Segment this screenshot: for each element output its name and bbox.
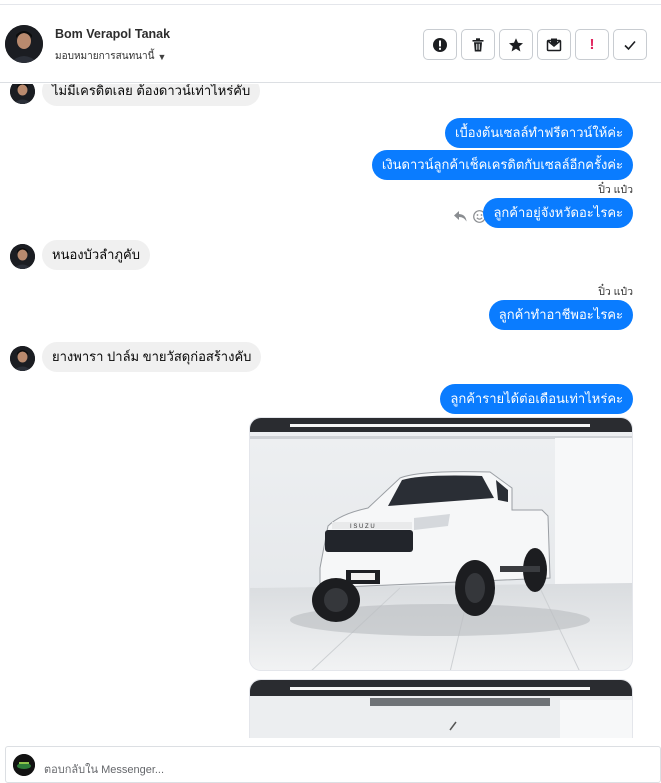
contact-avatar-small: [10, 244, 35, 269]
message-actions: [454, 210, 486, 223]
assign-label: มอบหมายการสนทนานี้: [55, 51, 155, 62]
reply-icon[interactable]: [454, 211, 467, 222]
conversation-header: Bom Verapol Tanak มอบหมายการสนทนานี้ ▼ !: [0, 5, 661, 83]
outgoing-message[interactable]: เงินดาวน์ลูกค้าเช็คเครดิตกับเซลล์อีกครั้…: [371, 150, 633, 180]
exclamation-icon: !: [589, 36, 595, 53]
incoming-message[interactable]: ไม่มีเครดิตเลย ต้องดาวน์เท่าไหร่คับ: [42, 84, 261, 106]
incoming-message[interactable]: ยางพารา ปาล์ม ขายวัสดุก่อสร้างคับ: [42, 342, 262, 372]
outgoing-message[interactable]: ลูกค้ารายได้ต่อเดือนเท่าไหร่คะ: [440, 384, 633, 414]
svg-text:I S U Z U: I S U Z U: [350, 524, 375, 530]
follow-up-button[interactable]: !: [575, 29, 609, 60]
outgoing-message[interactable]: ลูกค้าทำอาชีพอะไรคะ: [488, 300, 633, 330]
check-icon: [624, 40, 636, 50]
contact-name[interactable]: Bom Verapol Tanak: [55, 27, 170, 41]
chevron-down-icon: ▼: [157, 51, 167, 62]
message-thread[interactable]: ไม่มีเครดิตเลย ต้องดาวน์เท่าไหร่คับ เบื้…: [0, 84, 661, 738]
assign-conversation-dropdown[interactable]: มอบหมายการสนทนานี้ ▼: [55, 49, 166, 64]
delete-button[interactable]: [461, 29, 495, 60]
mail-icon: [546, 38, 562, 51]
outgoing-message[interactable]: ลูกค้าอยู่จังหวัดอะไรคะ: [483, 198, 633, 228]
reply-input-placeholder[interactable]: ตอบกลับใน Messenger...: [44, 760, 164, 778]
incoming-message[interactable]: หนองบัวลำภูคับ: [42, 240, 150, 270]
sender-name: ปิ๋ว แป๋ว: [598, 184, 633, 196]
sender-name: ปิ๋ว แป๋ว: [598, 286, 633, 298]
truck-photo[interactable]: [249, 679, 633, 738]
contact-avatar-small: [10, 84, 35, 104]
truck-photo[interactable]: I S U Z U: [249, 417, 633, 671]
mark-done-button[interactable]: [613, 29, 647, 60]
star-icon: [509, 37, 523, 51]
contact-avatar-small: [10, 346, 35, 371]
trash-icon: [472, 37, 484, 51]
mark-unread-button[interactable]: [537, 29, 571, 60]
reply-composer[interactable]: ตอบกลับใน Messenger...: [5, 746, 661, 783]
outgoing-message[interactable]: เบื้องต้นเซลล์ทำฟรีดาวน์ให้ค่ะ: [445, 118, 633, 148]
star-button[interactable]: [499, 29, 533, 60]
alert-circle-icon: [433, 37, 447, 52]
contact-avatar[interactable]: [5, 25, 43, 63]
page-avatar: [13, 754, 35, 776]
mark-as-spam-button[interactable]: [423, 29, 457, 60]
